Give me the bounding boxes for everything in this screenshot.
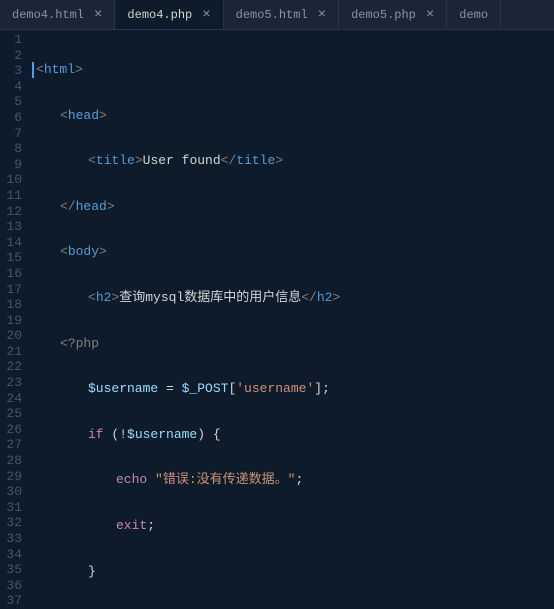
line-number: 31 xyxy=(6,500,22,516)
line-number: 29 xyxy=(6,469,22,485)
line-number: 7 xyxy=(6,126,22,142)
line-number: 27 xyxy=(6,437,22,453)
code-line: <?php xyxy=(32,336,554,352)
line-number: 32 xyxy=(6,515,22,531)
line-number: 28 xyxy=(6,453,22,469)
tab-label: demo xyxy=(459,8,488,22)
close-icon[interactable]: × xyxy=(426,7,434,23)
tab-label: demo4.html xyxy=(12,8,84,22)
tab-demo5-php[interactable]: demo5.php × xyxy=(339,0,447,29)
line-number: 34 xyxy=(6,547,22,563)
line-number: 13 xyxy=(6,219,22,235)
close-icon[interactable]: × xyxy=(94,7,102,23)
line-number: 36 xyxy=(6,578,22,594)
tab-truncated[interactable]: demo xyxy=(447,0,501,29)
tab-demo4-php[interactable]: demo4.php × xyxy=(115,0,223,29)
line-number: 17 xyxy=(6,282,22,298)
code-area[interactable]: <html> <head> <title>User found</title> … xyxy=(32,30,554,607)
code-line: </head> xyxy=(32,199,554,215)
editor: 1 2 3 4 5 6 7 8 9 10 11 12 13 14 15 16 1… xyxy=(0,30,554,607)
line-number-gutter: 1 2 3 4 5 6 7 8 9 10 11 12 13 14 15 16 1… xyxy=(0,30,32,607)
code-line: <html> xyxy=(32,62,554,78)
close-icon[interactable]: × xyxy=(318,7,326,23)
code-line: <title>User found</title> xyxy=(32,153,554,169)
code-line: <body> xyxy=(32,244,554,260)
line-number: 19 xyxy=(6,313,22,329)
line-number: 10 xyxy=(6,172,22,188)
line-number: 21 xyxy=(6,344,22,360)
code-line: <h2>查询mysql数据库中的用户信息</h2> xyxy=(32,290,554,306)
tab-label: demo5.php xyxy=(351,8,416,22)
line-number: 9 xyxy=(6,157,22,173)
line-number: 22 xyxy=(6,359,22,375)
line-number: 18 xyxy=(6,297,22,313)
line-number: 14 xyxy=(6,235,22,251)
code-line: $username = $_POST['username']; xyxy=(32,381,554,397)
tab-demo5-html[interactable]: demo5.html × xyxy=(224,0,339,29)
line-number: 8 xyxy=(6,141,22,157)
tab-label: demo4.php xyxy=(127,8,192,22)
line-number: 11 xyxy=(6,188,22,204)
line-number: 33 xyxy=(6,531,22,547)
line-number: 12 xyxy=(6,204,22,220)
line-number: 23 xyxy=(6,375,22,391)
tab-bar: demo4.html × demo4.php × demo5.html × de… xyxy=(0,0,554,30)
line-number: 2 xyxy=(6,48,22,64)
close-icon[interactable]: × xyxy=(202,7,210,23)
code-line: <head> xyxy=(32,108,554,124)
line-number: 26 xyxy=(6,422,22,438)
line-number: 35 xyxy=(6,562,22,578)
line-number: 24 xyxy=(6,391,22,407)
line-number: 4 xyxy=(6,79,22,95)
code-line: } xyxy=(32,564,554,580)
tab-demo4-html[interactable]: demo4.html × xyxy=(0,0,115,29)
code-line: exit; xyxy=(32,518,554,534)
tab-label: demo5.html xyxy=(236,8,308,22)
code-line: echo "错误:没有传递数据。"; xyxy=(32,472,554,488)
line-number: 25 xyxy=(6,406,22,422)
line-number: 6 xyxy=(6,110,22,126)
line-number: 30 xyxy=(6,484,22,500)
line-number: 16 xyxy=(6,266,22,282)
line-number: 15 xyxy=(6,250,22,266)
code-line: if (!$username) { xyxy=(32,427,554,443)
line-number: 3 xyxy=(6,63,22,79)
line-number: 1 xyxy=(6,32,22,48)
line-number: 5 xyxy=(6,94,22,110)
line-number: 20 xyxy=(6,328,22,344)
